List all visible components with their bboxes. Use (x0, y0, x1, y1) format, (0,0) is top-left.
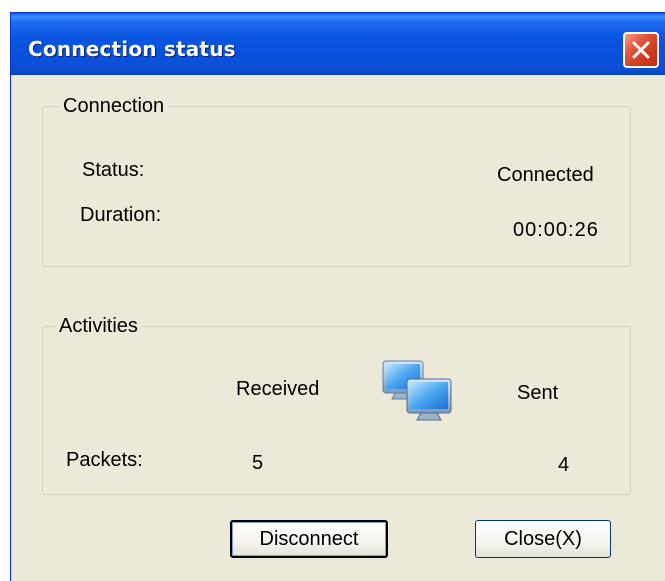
sent-header: Sent (517, 382, 559, 404)
duration-label: Duration: (80, 204, 162, 226)
packets-sent-value: 4 (558, 454, 570, 476)
close-button[interactable]: Close(X) (475, 520, 611, 558)
title-close-button[interactable] (623, 32, 659, 68)
status-value: Connected (497, 164, 594, 186)
network-computers-icon (381, 359, 455, 423)
duration-value: 00:00:26 (513, 219, 599, 241)
title-bar[interactable]: Connection status (11, 13, 665, 75)
packets-received-value: 5 (252, 452, 264, 474)
activities-group-legend: Activities (59, 315, 138, 337)
connection-status-dialog: Connection status Connection Status: Con… (10, 12, 665, 581)
dialog-title: Connection status (28, 37, 236, 61)
status-label: Status: (82, 159, 145, 181)
packets-label: Packets: (66, 449, 143, 471)
disconnect-button[interactable]: Disconnect (230, 520, 388, 558)
close-icon (632, 41, 650, 59)
connection-group-legend: Connection (63, 95, 165, 117)
received-header: Received (236, 378, 320, 400)
